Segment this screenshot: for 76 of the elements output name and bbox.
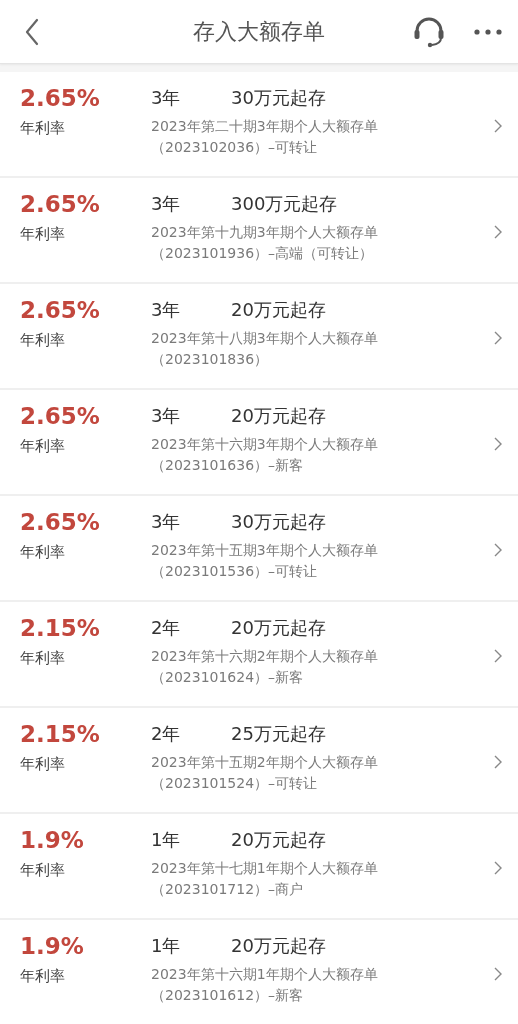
rate-label: 年利率 bbox=[20, 860, 65, 880]
product-name: 2023年第十七期1年期个人大额存单 bbox=[151, 859, 378, 878]
chevron-right-icon bbox=[494, 861, 502, 875]
product-name: 2023年第十五期3年期个人大额存单 bbox=[151, 541, 378, 560]
page-title: 存入大额存单 bbox=[193, 20, 325, 43]
product-code: （2023101936）–高端（可转让） bbox=[151, 244, 374, 263]
deposit-item[interactable]: 2.65% 年利率 3年 30万元起存 2023年第二十期3年期个人大额存单 （2023102036）–可转让 bbox=[0, 72, 518, 178]
deposit-item[interactable]: 2.65% 年利率 3年 30万元起存 2023年第十五期3年期个人大额存单 （2023101536）–可转让 bbox=[0, 496, 518, 602]
rate-value: 2.65% bbox=[20, 508, 100, 536]
chevron-right-icon bbox=[494, 119, 502, 133]
rate-value: 2.15% bbox=[20, 720, 100, 748]
chevron-right-icon bbox=[494, 437, 502, 451]
product-name: 2023年第十六期1年期个人大额存单 bbox=[151, 965, 378, 984]
product-name: 2023年第十五期2年期个人大额存单 bbox=[151, 753, 378, 772]
product-code: （2023101636）–新客 bbox=[151, 456, 304, 475]
rate-label: 年利率 bbox=[20, 436, 65, 456]
deposit-item[interactable]: 1.9% 年利率 1年 20万元起存 2023年第十七期1年期个人大额存单 （2023101712）–商户 bbox=[0, 814, 518, 920]
deposit-item[interactable]: 2.15% 年利率 2年 25万元起存 2023年第十五期2年期个人大额存单 （2023101524）–可转让 bbox=[0, 708, 518, 814]
rate-value: 2.65% bbox=[20, 402, 100, 430]
product-name: 2023年第十八期3年期个人大额存单 bbox=[151, 329, 378, 348]
term-text: 3年 bbox=[151, 298, 182, 322]
deposit-item[interactable]: 2.65% 年利率 3年 20万元起存 2023年第十八期3年期个人大额存单 （2023101836） bbox=[0, 284, 518, 390]
term-text: 1年 bbox=[151, 934, 182, 958]
rate-value: 2.15% bbox=[20, 614, 100, 642]
rate-value: 1.9% bbox=[20, 932, 84, 960]
term-text: 2年 bbox=[151, 616, 182, 640]
product-name: 2023年第二十期3年期个人大额存单 bbox=[151, 117, 378, 136]
chevron-right-icon bbox=[494, 331, 502, 345]
min-amount-text: 25万元起存 bbox=[231, 722, 326, 746]
chevron-right-icon bbox=[494, 225, 502, 239]
min-amount-text: 300万元起存 bbox=[231, 192, 338, 216]
product-code: （2023101536）–可转让 bbox=[151, 562, 318, 581]
min-amount-text: 20万元起存 bbox=[231, 616, 326, 640]
rate-value: 2.65% bbox=[20, 190, 100, 218]
chevron-right-icon bbox=[494, 967, 502, 981]
product-name: 2023年第十六期2年期个人大额存单 bbox=[151, 647, 378, 666]
back-icon bbox=[24, 18, 40, 46]
rate-label: 年利率 bbox=[20, 648, 65, 668]
product-code: （2023101624）–新客 bbox=[151, 668, 304, 687]
term-text: 3年 bbox=[151, 404, 182, 428]
rate-label: 年利率 bbox=[20, 542, 65, 562]
product-code: （2023102036）–可转让 bbox=[151, 138, 318, 157]
chevron-right-icon bbox=[494, 649, 502, 663]
deposit-item[interactable]: 2.65% 年利率 3年 20万元起存 2023年第十六期3年期个人大额存单 （2023101636）–新客 bbox=[0, 390, 518, 496]
rate-value: 1.9% bbox=[20, 826, 84, 854]
rate-label: 年利率 bbox=[20, 330, 65, 350]
term-text: 3年 bbox=[151, 192, 182, 216]
deposit-item[interactable]: 1.9% 年利率 1年 20万元起存 2023年第十六期1年期个人大额存单 （2023101612）–新客 bbox=[0, 920, 518, 1024]
min-amount-text: 30万元起存 bbox=[231, 86, 326, 110]
term-text: 3年 bbox=[151, 510, 182, 534]
term-text: 1年 bbox=[151, 828, 182, 852]
chevron-right-icon bbox=[494, 543, 502, 557]
product-code: （2023101612）–新客 bbox=[151, 986, 304, 1005]
rate-value: 2.65% bbox=[20, 296, 100, 324]
rate-label: 年利率 bbox=[20, 224, 65, 244]
product-name: 2023年第十九期3年期个人大额存单 bbox=[151, 223, 378, 242]
headset-icon bbox=[412, 16, 446, 48]
product-name: 2023年第十六期3年期个人大额存单 bbox=[151, 435, 378, 454]
min-amount-text: 20万元起存 bbox=[231, 828, 326, 852]
rate-label: 年利率 bbox=[20, 754, 65, 774]
min-amount-text: 30万元起存 bbox=[231, 510, 326, 534]
deposit-item[interactable]: 2.15% 年利率 2年 20万元起存 2023年第十六期2年期个人大额存单 （2023101624）–新客 bbox=[0, 602, 518, 708]
term-text: 3年 bbox=[151, 86, 182, 110]
product-code: （2023101712）–商户 bbox=[151, 880, 304, 899]
min-amount-text: 20万元起存 bbox=[231, 298, 326, 322]
product-code: （2023101524）–可转让 bbox=[151, 774, 318, 793]
more-icon bbox=[474, 29, 502, 35]
chevron-right-icon bbox=[494, 755, 502, 769]
deposit-item[interactable]: 2.65% 年利率 3年 300万元起存 2023年第十九期3年期个人大额存单 （2023101936）–高端（可转让） bbox=[0, 178, 518, 284]
term-text: 2年 bbox=[151, 722, 182, 746]
rate-label: 年利率 bbox=[20, 118, 65, 138]
min-amount-text: 20万元起存 bbox=[231, 404, 326, 428]
rate-value: 2.65% bbox=[20, 84, 100, 112]
product-code: （2023101836） bbox=[151, 350, 269, 369]
rate-label: 年利率 bbox=[20, 966, 65, 986]
min-amount-text: 20万元起存 bbox=[231, 934, 326, 958]
